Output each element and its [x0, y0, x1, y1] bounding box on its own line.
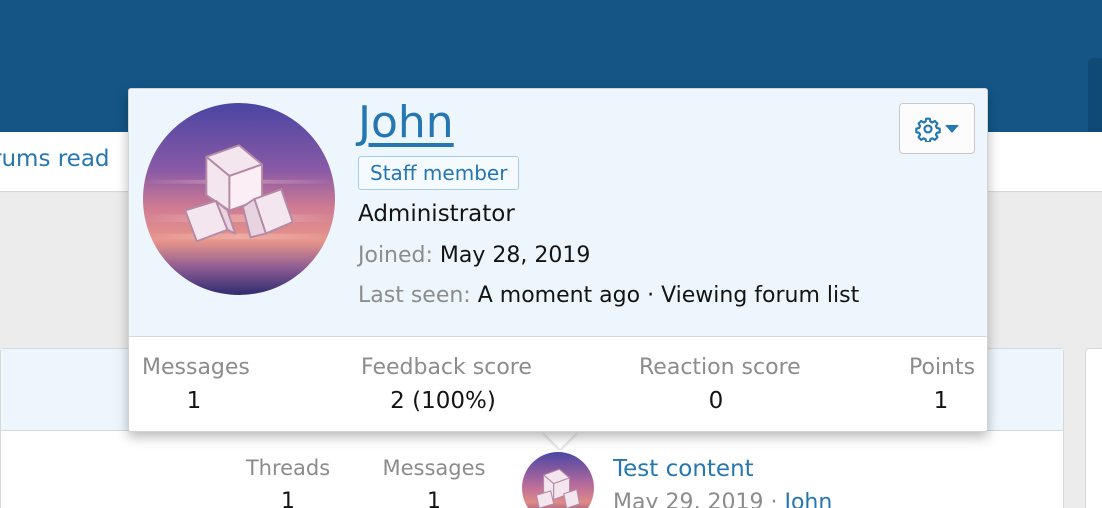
meta-separator: · [770, 490, 778, 508]
node-stat-threads: Threads 1 [232, 456, 344, 508]
joined-label: Joined: [358, 242, 433, 268]
member-tooltip-header: John Staff member Administrator Joined: … [129, 89, 987, 337]
staff-badge: Staff member [358, 155, 520, 190]
member-last-seen: Last seen: A moment ago · Viewing forum … [358, 282, 859, 311]
member-stat-reaction: Reaction score 0 [639, 355, 801, 416]
member-tooltip: John Staff member Administrator Joined: … [128, 88, 988, 432]
latest-post-user-link[interactable]: John [784, 490, 832, 508]
member-stat-label: Reaction score [639, 355, 801, 380]
cubes-avatar-icon [143, 103, 335, 295]
member-stat-label: Messages [142, 355, 250, 380]
sidebar-block [1085, 348, 1102, 508]
member-tools-menu-button[interactable] [899, 103, 975, 154]
node-stat-messages: Messages 1 [374, 456, 494, 508]
mark-forums-read-link[interactable]: rums read [0, 146, 110, 174]
tooltip-arrow [542, 431, 578, 449]
member-user-title: Administrator [358, 200, 515, 227]
last-seen-value: A moment ago · Viewing forum list [477, 283, 860, 309]
member-info: John Staff member Administrator Joined: … [358, 97, 859, 311]
member-stat-value: 1 [186, 388, 202, 415]
node-stat-label: Threads [245, 456, 331, 480]
latest-thread-link[interactable]: Test content [613, 456, 754, 484]
header-edge [1088, 58, 1102, 132]
last-seen-label: Last seen: [358, 283, 471, 309]
member-stat-label: Points [909, 355, 976, 380]
latest-post-meta: May 29, 2019 · John [613, 490, 832, 508]
member-stat-messages: Messages 1 [142, 355, 250, 416]
member-stat-label: Feedback score [361, 355, 532, 380]
gear-icon [915, 117, 941, 142]
chevron-down-icon [945, 124, 959, 133]
member-stat-points: Points 1 [909, 355, 976, 416]
member-stat-value: 0 [708, 388, 724, 415]
node-stat-value: 1 [427, 489, 441, 508]
joined-value: May 28, 2019 [439, 242, 591, 268]
member-avatar[interactable] [143, 103, 335, 295]
member-stat-feedback: Feedback score 2 (100%) [361, 355, 532, 416]
node-stat-label: Messages [382, 456, 486, 480]
latest-post-date: May 29, 2019 [613, 490, 764, 508]
node-stat-value: 1 [281, 489, 295, 508]
member-joined: Joined: May 28, 2019 [358, 242, 859, 271]
member-username-link[interactable]: John [358, 97, 859, 150]
member-stat-value: 1 [933, 388, 949, 415]
member-stat-value: 2 (100%) [390, 388, 496, 415]
